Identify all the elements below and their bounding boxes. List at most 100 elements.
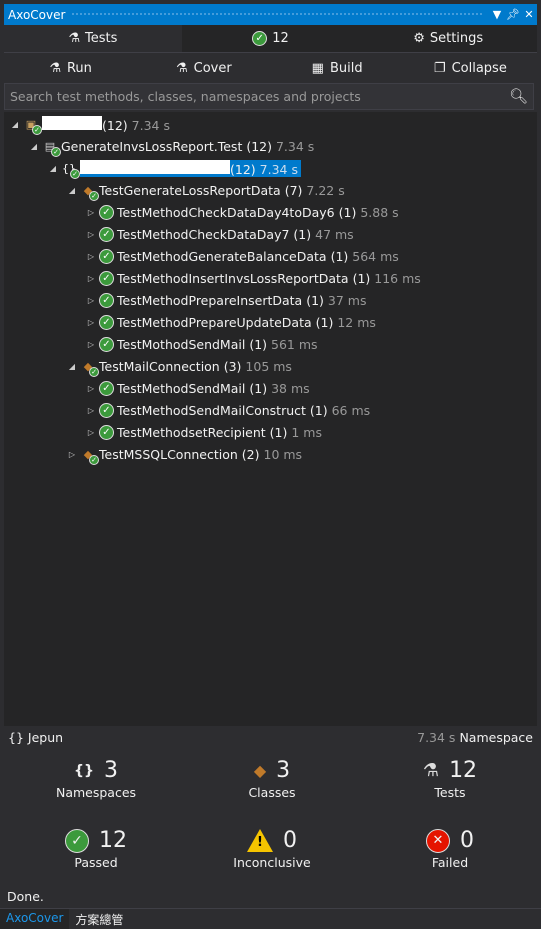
tree-node-class[interactable]: ◢ ◆ ✓ TestGenerateLossReportData (7) 7.22 s	[67, 180, 345, 201]
failed-icon: ✕	[426, 828, 450, 853]
collapsed-arrow-icon[interactable]: ▷	[86, 208, 96, 217]
bottom-tab-solution-explorer[interactable]: 方案總管	[69, 909, 129, 929]
stat-label: Classes	[248, 785, 296, 800]
passed-icon: ✓	[89, 191, 99, 201]
collapsed-arrow-icon[interactable]: ▷	[86, 230, 96, 239]
expanded-arrow-icon[interactable]: ◢	[10, 120, 20, 129]
node-label: TestMethodPrepareInsertData (1) 37 ms	[117, 293, 366, 308]
project-icon: ▤ ✓	[42, 138, 61, 157]
node-label: TestMethodGenerateBalanceData (1) 564 ms	[117, 249, 399, 264]
node-count: (1)	[269, 424, 288, 440]
title-bar: AxoCover ▼ 📌︎ ✕	[4, 4, 537, 25]
node-time: 7.34 s	[259, 161, 298, 177]
tree-node-test[interactable]: ▷ ✓ TestMothodSendMail (1) 561 ms	[86, 334, 318, 354]
tree-node-test[interactable]: ▷ ✓ TestMethodCheckDataDay4toDay6 (1) 5.88…	[86, 202, 399, 222]
node-name: TestMailConnection	[99, 358, 220, 374]
node-count: (12)	[246, 138, 272, 154]
collapsed-arrow-icon[interactable]: ▷	[86, 296, 96, 305]
node-count: (12)	[102, 117, 128, 133]
tree-node-test[interactable]: ▷ ✓ TestMethodCheckDataDay7 (1) 47 ms	[86, 224, 354, 244]
tree-node-solution[interactable]: ◢ ▣ ✓ (12) 7.34 s	[10, 114, 170, 135]
bottom-tab-axocover[interactable]: AxoCover	[0, 909, 70, 929]
collapsed-arrow-icon[interactable]: ▷	[86, 384, 96, 393]
expanded-arrow-icon[interactable]: ◢	[67, 362, 77, 371]
node-label: TestMethodPrepareUpdateData (1) 12 ms	[117, 315, 376, 330]
test-tree[interactable]: ◢ ▣ ✓ (12) 7.34 s ◢ ▤ ✓ GenerateInvsLossReport.…	[4, 112, 537, 726]
tab-tests[interactable]: ⚗ Tests	[4, 25, 182, 52]
search-icon[interactable]: 🔍︎	[509, 87, 528, 105]
tree-node-test[interactable]: ▷ ✓ TestMethodSendMailConstruct (1) 66 ms	[86, 400, 370, 420]
node-time: 105 ms	[245, 358, 292, 374]
expanded-arrow-icon[interactable]: ◢	[48, 164, 58, 173]
cover-button[interactable]: ⚗ Cover	[137, 54, 270, 82]
node-count: (7)	[284, 182, 303, 198]
expanded-arrow-icon[interactable]: ◢	[29, 142, 39, 151]
tree-node-class[interactable]: ▷ ◆ ✓ TestMSSQLConnection (2) 10 ms	[67, 444, 303, 465]
pin-icon[interactable]: 📌︎	[505, 8, 521, 21]
node-name: TestMethodInsertInvsLossReportData	[117, 270, 349, 286]
tab-label: 12	[272, 31, 289, 46]
run-label: Run	[66, 60, 92, 76]
node-count: (1)	[249, 336, 268, 352]
stat-label: Inconclusive	[233, 855, 311, 870]
node-time: 564 ms	[352, 248, 399, 264]
run-button[interactable]: ⚗ Run	[4, 54, 137, 82]
collapsed-arrow-icon[interactable]: ▷	[86, 428, 96, 437]
passed-icon: ✓	[70, 169, 80, 179]
expanded-arrow-icon[interactable]: ◢	[67, 186, 77, 195]
node-count: (1)	[309, 402, 328, 418]
tree-node-test[interactable]: ▷ ✓ TestMethodPrepareInsertData (1) 37 ms	[86, 290, 366, 310]
collapsed-arrow-icon[interactable]: ▷	[86, 252, 96, 261]
stat-label: Tests	[434, 785, 466, 800]
stat-value: 0	[460, 828, 474, 853]
tree-node-test[interactable]: ▷ ✓ TestMethodPrepareUpdateData (1) 12 ms	[86, 312, 376, 332]
node-name: TestMethodsetRecipient	[117, 424, 266, 440]
node-label: TestMethodInsertInvsLossReportData (1) 1…	[117, 271, 421, 286]
passed-icon: ✓	[99, 226, 114, 242]
tree-node-test[interactable]: ▷ ✓ TestMethodInsertInvsLossReportData (1)…	[86, 268, 421, 288]
collapsed-arrow-icon[interactable]: ▷	[86, 274, 96, 283]
tab-settings[interactable]: ⚙ Settings	[359, 25, 537, 52]
build-button[interactable]: ▦ Build	[271, 54, 404, 82]
search-input[interactable]: Search test methods, classes, namespaces…	[4, 83, 534, 110]
class-icon: ◆ ✓	[80, 182, 99, 201]
stat-value: 0	[283, 828, 297, 853]
node-time: 5.88 s	[360, 204, 399, 220]
cover-label: Cover	[193, 60, 232, 76]
node-label: (12) 7.34 s	[42, 115, 170, 133]
details-panel: {} Jepun 7.34 s Namespace {} 3 Namespaces ◆…	[4, 728, 537, 908]
node-time: 12 ms	[337, 314, 376, 330]
tab-label: Settings	[429, 31, 484, 46]
tree-node-test[interactable]: ▷ ✓ TestMethodsetRecipient (1) 1 ms	[86, 422, 322, 442]
solution-icon: ▣ ✓	[23, 116, 42, 135]
node-label: TestMethodCheckDataDay7 (1) 47 ms	[117, 227, 354, 242]
stat-label: Passed	[74, 855, 118, 870]
collapsed-arrow-icon[interactable]: ▷	[86, 318, 96, 327]
node-name: TestMothodSendMail	[117, 336, 246, 352]
tree-node-project[interactable]: ◢ ▤ ✓ GenerateInvsLossReport.Test (12) 7.34…	[29, 136, 314, 157]
drag-grip[interactable]	[71, 12, 483, 17]
passed-icon: ✓	[99, 424, 114, 440]
passed-icon: ✓	[89, 367, 99, 377]
tab-results[interactable]: ✓ 12	[182, 25, 360, 52]
tree-node-test[interactable]: ▷ ✓ TestMethodGenerateBalanceData (1) 564 …	[86, 246, 399, 266]
cover-icon: ⚗	[176, 60, 188, 76]
selected-time: 7.34 s	[417, 730, 456, 745]
passed-icon: ✓	[99, 380, 114, 396]
dropdown-icon[interactable]: ▼	[489, 8, 505, 21]
tree-node-class[interactable]: ◢ ◆ ✓ TestMailConnection (3) 105 ms	[67, 356, 292, 377]
collapsed-arrow-icon[interactable]: ▷	[67, 450, 77, 459]
toolbar: ⚗ Run ⚗ Cover ▦ Build ❐ Collapse	[4, 54, 537, 82]
node-name: TestGenerateLossReportData	[99, 182, 281, 198]
selected-item-bar: {} Jepun 7.34 s Namespace	[8, 730, 533, 745]
collapse-button[interactable]: ❐ Collapse	[404, 54, 537, 82]
node-name: TestMethodCheckDataDay7	[117, 226, 290, 242]
stat-classes: ◆ 3 Classes	[182, 758, 362, 800]
node-time: 10 ms	[263, 446, 303, 462]
build-label: Build	[329, 60, 363, 76]
close-icon[interactable]: ✕	[521, 8, 537, 21]
collapsed-arrow-icon[interactable]: ▷	[86, 406, 96, 415]
collapsed-arrow-icon[interactable]: ▷	[86, 340, 96, 349]
tree-node-namespace[interactable]: ◢{} ✓ (12) 7.34 s	[48, 158, 301, 179]
tree-node-test[interactable]: ▷ ✓ TestMethodSendMail (1) 38 ms	[86, 378, 310, 398]
